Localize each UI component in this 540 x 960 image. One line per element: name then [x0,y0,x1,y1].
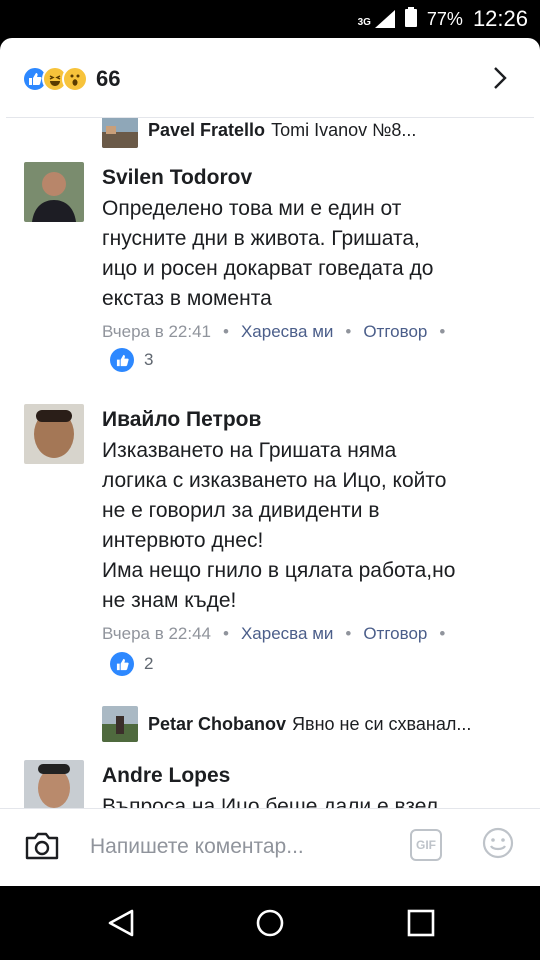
reply-preview[interactable]: Petar Chobanov Явно не си схванал... [102,706,471,742]
reactions-summary[interactable]: 66 [22,66,120,92]
like-count: 3 [144,350,154,369]
emoji-icon[interactable] [482,827,514,859]
like-icon [110,652,134,676]
reply-snippet: Явно не си схванал... [292,713,472,734]
comment-composer: Напишете коментар... GIF [0,808,540,886]
avatar[interactable] [24,162,84,222]
comments-feed[interactable]: Pavel Fratello Tomi Ivanov №8... Svilen T… [0,118,540,808]
like-link[interactable]: Харесва ми [241,624,333,644]
comment-text: Въпроса на Ицо беше дали е взел [102,795,439,808]
comment-likes[interactable]: 2 [110,652,153,676]
like-icon [110,348,134,372]
reply-link[interactable]: Отговор [363,322,427,342]
home-icon[interactable] [255,908,285,938]
clock: 12:26 [472,6,528,31]
comments-sheet: 66 Pavel Fratello Tomi Ivanov №8... Svile… [0,38,540,886]
comment-input[interactable]: Напишете коментар... [90,835,304,859]
chevron-right-icon[interactable] [488,66,512,90]
like-count: 2 [144,654,154,673]
network-type: 3G [357,17,371,28]
comment-text: Определено това ми е един от гнусните дн… [102,197,434,310]
comment-author[interactable]: Ивайло Петров [102,408,261,432]
battery-icon [404,6,417,32]
avatar[interactable] [24,404,84,464]
back-icon[interactable] [106,908,136,938]
reply-preview[interactable]: Pavel Fratello Tomi Ivanov №8... [102,118,416,148]
avatar[interactable] [24,760,84,808]
comment-meta: Вчера в 22:44 • Харесва ми • Отговор • [102,624,446,644]
comment-time[interactable]: Вчера в 22:41 [102,322,211,342]
recents-icon[interactable] [406,908,436,938]
wow-icon [62,66,88,92]
sheet-header: 66 [0,38,540,118]
camera-icon[interactable] [24,831,60,861]
comment-likes[interactable]: 3 [110,348,153,372]
comment-author[interactable]: Svilen Todorov [102,166,252,190]
reply-avatar [102,706,138,742]
reaction-count: 66 [96,66,121,91]
comment-time[interactable]: Вчера в 22:44 [102,624,211,644]
comment-text: Изказването на Гришата няма логика с изк… [102,439,456,612]
system-nav-bar [0,886,540,960]
reply-avatar [102,118,138,148]
network-icon: 3G [358,10,395,28]
reply-author[interactable]: Pavel Fratello [148,120,265,140]
reply-author[interactable]: Petar Chobanov [148,714,286,734]
reply-snippet: Tomi Ivanov №8... [271,119,417,140]
comment-author[interactable]: Andre Lopes [102,764,230,788]
gif-button[interactable]: GIF [410,829,442,861]
battery-level: 77% [426,8,463,29]
comment-meta: Вчера в 22:41 • Харесва ми • Отговор • [102,322,446,342]
status-bar: 3G 77% 12:26 [0,0,540,38]
like-link[interactable]: Харесва ми [241,322,333,342]
reply-link[interactable]: Отговор [363,624,427,644]
